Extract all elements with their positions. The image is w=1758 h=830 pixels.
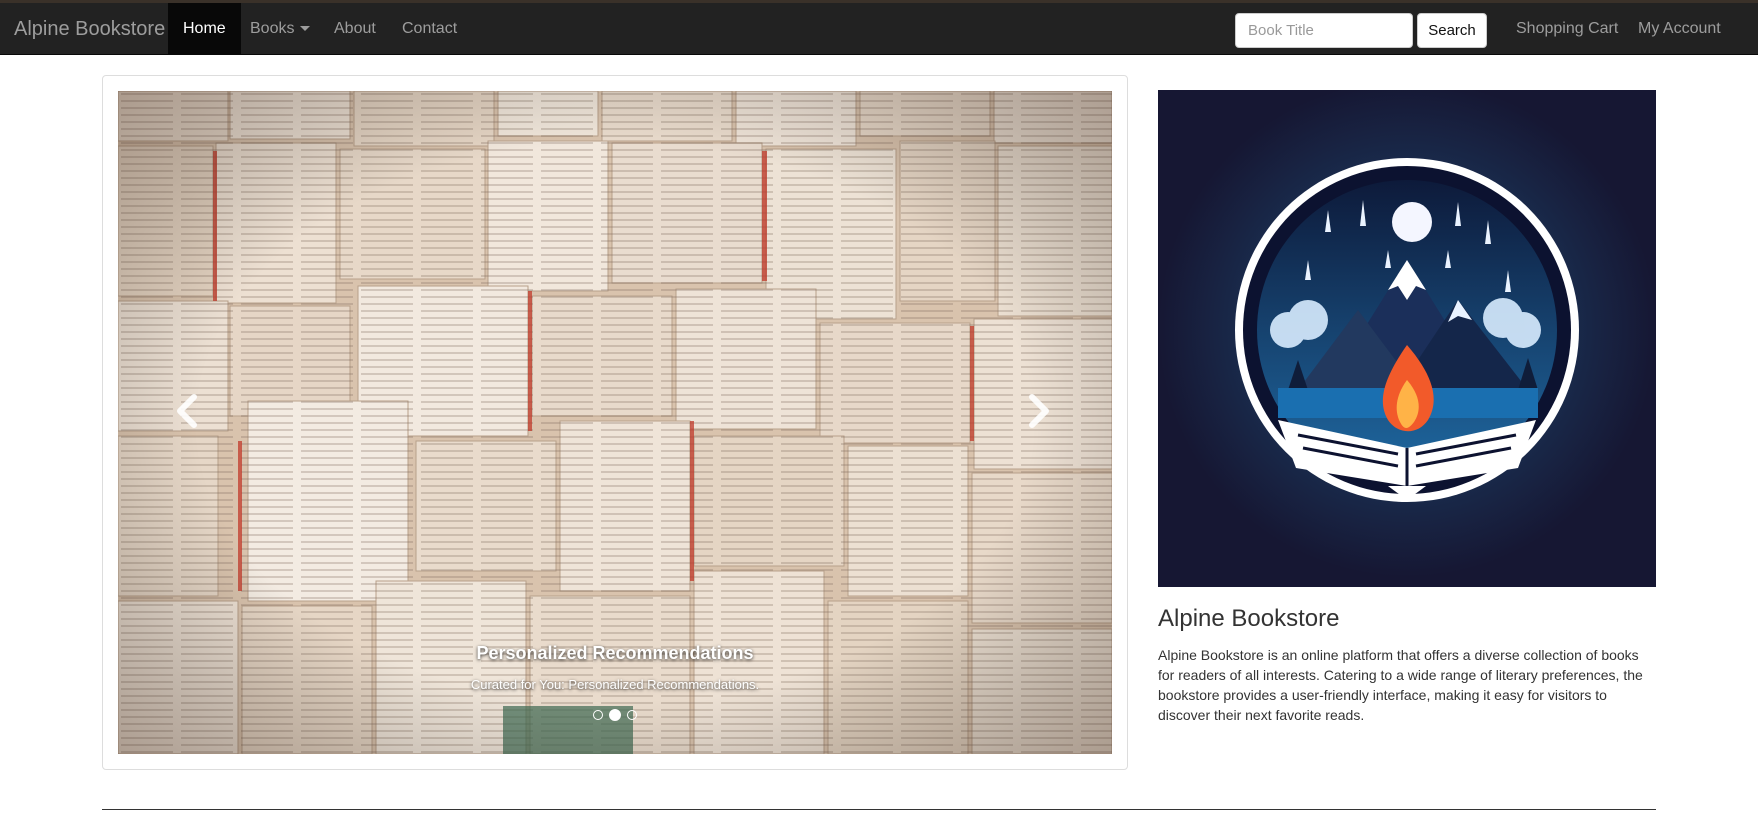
brand-link[interactable]: Alpine Bookstore [14, 3, 165, 55]
image-carousel[interactable]: Personalized Recommendations Curated for… [118, 91, 1112, 754]
search-button[interactable]: Search [1417, 13, 1487, 48]
book-title-search-input[interactable] [1235, 13, 1413, 48]
carousel-indicators [118, 706, 1112, 724]
footer-divider [102, 809, 1656, 810]
alpine-bookstore-logo-image [1158, 90, 1656, 587]
nav-my-account[interactable]: My Account [1623, 3, 1736, 55]
nav-books-label: Books [250, 20, 295, 37]
nav-books-dropdown[interactable]: Books [235, 3, 325, 55]
nav-shopping-cart[interactable]: Shopping Cart [1501, 3, 1633, 55]
nav-home[interactable]: Home [168, 3, 241, 55]
mountain-book-flame-logo [1158, 90, 1656, 587]
nav-contact[interactable]: Contact [387, 3, 472, 55]
carousel-caption-text: Curated for You: Personalized Recommenda… [470, 677, 760, 692]
carousel-next-icon[interactable] [1018, 381, 1058, 441]
carousel-caption-title: Personalized Recommendations [476, 643, 754, 663]
nav-about[interactable]: About [319, 3, 391, 55]
carousel-prev-icon[interactable] [168, 381, 208, 441]
carousel-indicator-active[interactable] [609, 708, 621, 721]
about-title: Alpine Bookstore [1158, 605, 1340, 632]
carousel-indicator[interactable] [627, 709, 637, 720]
about-description: Alpine Bookstore is an online platform t… [1158, 647, 1643, 723]
carousel-panel: Personalized Recommendations Curated for… [102, 75, 1128, 770]
caret-down-icon [300, 26, 311, 32]
top-navbar: Alpine Bookstore Home Books About Contac… [0, 0, 1758, 55]
carousel-indicator[interactable] [593, 709, 603, 720]
